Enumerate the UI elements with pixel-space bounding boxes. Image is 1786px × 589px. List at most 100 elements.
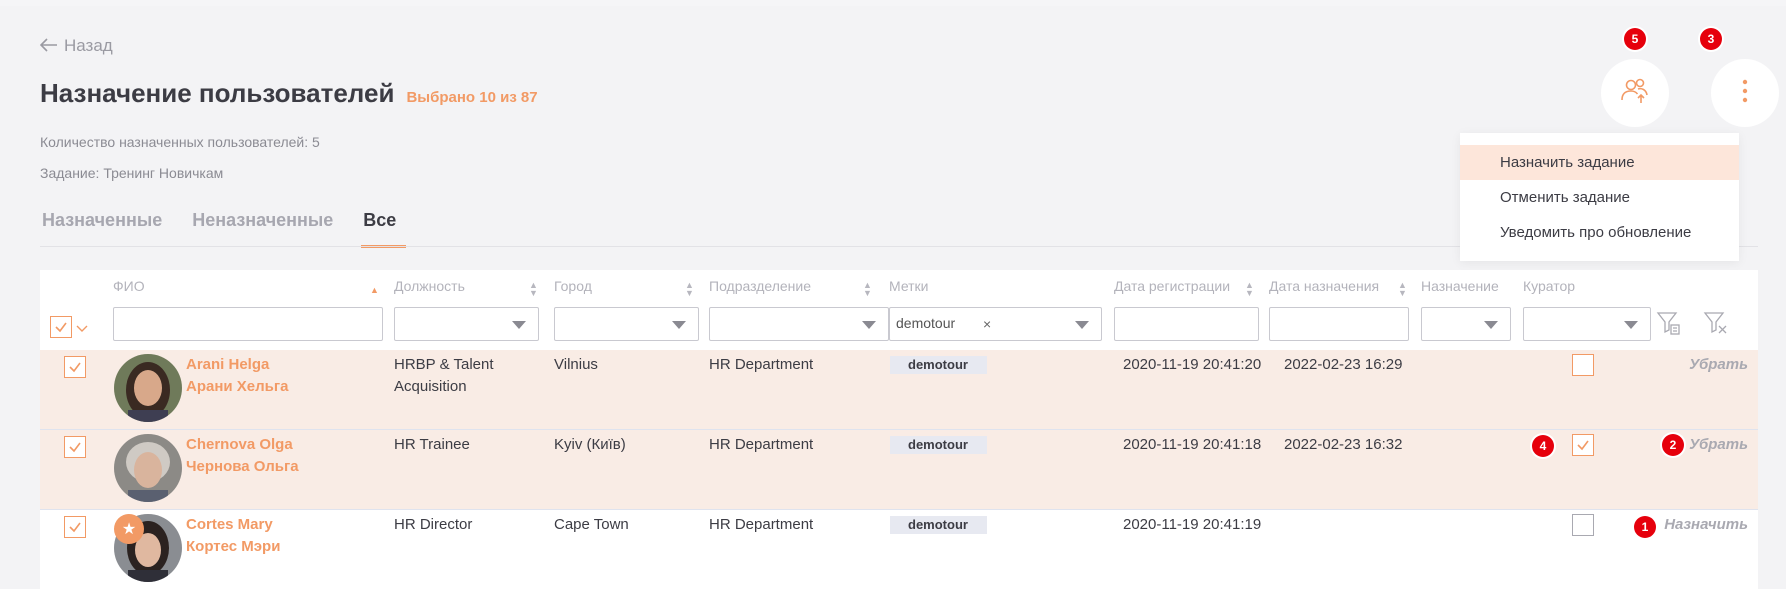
city-filter-select[interactable] — [554, 307, 699, 341]
avatar — [114, 354, 182, 422]
column-header-curator: Куратор — [1523, 278, 1575, 294]
menu-item-assign-task[interactable]: Назначить задание — [1460, 145, 1739, 180]
filter-settings-icon[interactable] — [1656, 310, 1682, 341]
remove-button[interactable]: Убрать — [1689, 356, 1748, 373]
department: HR Department — [709, 356, 814, 373]
tab-assigned[interactable]: Назначенные — [40, 206, 164, 248]
position-line2: Acquisition — [394, 378, 467, 395]
menu-item-cancel-task[interactable]: Отменить задание — [1460, 180, 1739, 215]
column-label-city: Город — [554, 278, 592, 294]
column-header-registered[interactable]: Дата регистрации — [1114, 278, 1230, 294]
row-select-checkbox[interactable] — [64, 356, 86, 378]
assigned-date: 2022-02-23 16:32 — [1284, 436, 1403, 453]
options-menu: Назначить задание Отменить задание Уведо… — [1460, 133, 1739, 261]
tags-filter-select[interactable]: demotour × — [889, 307, 1102, 341]
assignment-filter-select[interactable] — [1421, 307, 1511, 341]
caret-down-icon — [1075, 321, 1089, 329]
chevron-down-icon[interactable] — [76, 320, 88, 338]
column-label-curator: Куратор — [1523, 278, 1576, 294]
page-title: Назначение пользователей — [40, 78, 395, 108]
more-options-button[interactable] — [1711, 59, 1779, 127]
sort-asc-icon[interactable]: ▲ — [370, 286, 379, 295]
curator-filter-select[interactable] — [1523, 307, 1651, 341]
remove-button[interactable]: Убрать — [1689, 436, 1748, 453]
registered-date: 2020-11-19 20:41:20 — [1123, 356, 1262, 373]
city: Kyiv (Київ) — [554, 436, 626, 453]
registered-filter-input[interactable] — [1114, 307, 1259, 341]
position-line1: HR Trainee — [394, 436, 470, 453]
filter-clear-icon[interactable] — [1703, 310, 1729, 341]
sort-both-icon[interactable]: ▲ ▼ — [685, 281, 694, 298]
check-icon — [69, 442, 81, 453]
column-label-registered: Дата регистрации — [1114, 278, 1231, 294]
position-line1: HRBP & Talent — [394, 356, 494, 373]
task-name: Задание: Тренинг Новичкам — [40, 165, 224, 181]
column-header-department[interactable]: Подразделение — [709, 278, 811, 294]
column-label-department: Подразделение — [709, 278, 812, 294]
back-link[interactable]: Назад — [39, 36, 113, 56]
user-name-latin[interactable]: Cortes Mary — [186, 514, 273, 536]
assigned-filter-input[interactable] — [1269, 307, 1409, 341]
column-label-name: ФИО — [113, 278, 145, 294]
marker-1: 1 — [1634, 516, 1656, 538]
tabs: Назначенные Неназначенные Все — [40, 206, 407, 248]
curator-checkbox[interactable] — [1572, 354, 1594, 376]
table-row: ★ Cortes Mary Кортес Мэри HR Director Ca… — [40, 510, 1758, 589]
chip-remove-icon[interactable]: × — [983, 316, 991, 332]
tags-filter-chip: demotour — [896, 315, 956, 331]
user-name-cyrillic[interactable]: Кортес Мэри — [186, 536, 280, 558]
name-filter-input[interactable] — [113, 307, 383, 341]
registered-date: 2020-11-19 20:41:19 — [1123, 516, 1262, 533]
tag-badge: demotour — [890, 356, 987, 374]
caret-down-icon — [1484, 321, 1498, 329]
caret-down-icon — [1624, 321, 1638, 329]
tag-badge: demotour — [890, 516, 987, 534]
sort-both-icon[interactable]: ▲ ▼ — [863, 281, 872, 298]
vertical-dots-icon — [1742, 79, 1748, 108]
column-label-assigned: Дата назначения — [1269, 278, 1380, 294]
column-header-assignment: Назначение — [1421, 278, 1499, 294]
row-select-checkbox[interactable] — [64, 516, 86, 538]
caret-down-icon — [512, 321, 526, 329]
select-all-checkbox[interactable] — [50, 316, 72, 338]
check-icon — [69, 522, 81, 533]
user-name-cyrillic[interactable]: Арани Хельга — [186, 376, 288, 398]
assign-users-button[interactable] — [1601, 59, 1669, 127]
assigned-count: Количество назначенных пользователей: 5 — [40, 134, 320, 150]
column-header-position[interactable]: Должность — [394, 278, 465, 294]
row-select-checkbox[interactable] — [64, 436, 86, 458]
curator-checkbox[interactable] — [1572, 514, 1594, 536]
position-filter-select[interactable] — [394, 307, 539, 341]
department: HR Department — [709, 516, 814, 533]
assigned-date: 2022-02-23 16:29 — [1284, 356, 1403, 373]
user-name-cyrillic[interactable]: Чернова Ольга — [186, 456, 299, 478]
tab-all[interactable]: Все — [361, 206, 407, 248]
selected-count: Выбрано 10 из 87 — [406, 89, 538, 106]
check-icon — [55, 322, 67, 333]
tag-badge: demotour — [890, 436, 987, 454]
user-group-upload-icon — [1620, 78, 1650, 109]
column-header-assigned[interactable]: Дата назначения — [1269, 278, 1379, 294]
title-row: Назначение пользователей Выбрано 10 из 8… — [40, 78, 538, 109]
user-name-latin[interactable]: Arani Helga — [186, 354, 269, 376]
back-label: Назад — [64, 36, 113, 55]
sort-both-icon[interactable]: ▲ ▼ — [1245, 281, 1254, 298]
column-header-city[interactable]: Город — [554, 278, 592, 294]
assign-button[interactable]: Назначить — [1664, 516, 1748, 533]
star-icon: ★ — [114, 514, 144, 544]
curator-checkbox[interactable] — [1572, 434, 1594, 456]
marker-3: 3 — [1700, 28, 1722, 50]
marker-4: 4 — [1532, 435, 1554, 457]
menu-item-notify-update[interactable]: Уведомить про обновление — [1460, 215, 1739, 250]
department-filter-select[interactable] — [709, 307, 889, 341]
caret-down-icon — [862, 321, 876, 329]
sort-both-icon[interactable]: ▲ ▼ — [529, 281, 538, 298]
user-name-latin[interactable]: Chernova Olga — [186, 434, 293, 456]
sort-both-icon[interactable]: ▲ ▼ — [1398, 281, 1407, 298]
tab-unassigned[interactable]: Неназначенные — [190, 206, 335, 248]
column-header-tags: Метки — [889, 278, 929, 294]
column-header-name[interactable]: ФИО — [113, 278, 145, 294]
check-icon — [69, 362, 81, 373]
check-icon — [1577, 440, 1589, 451]
marker-5: 5 — [1624, 28, 1646, 50]
